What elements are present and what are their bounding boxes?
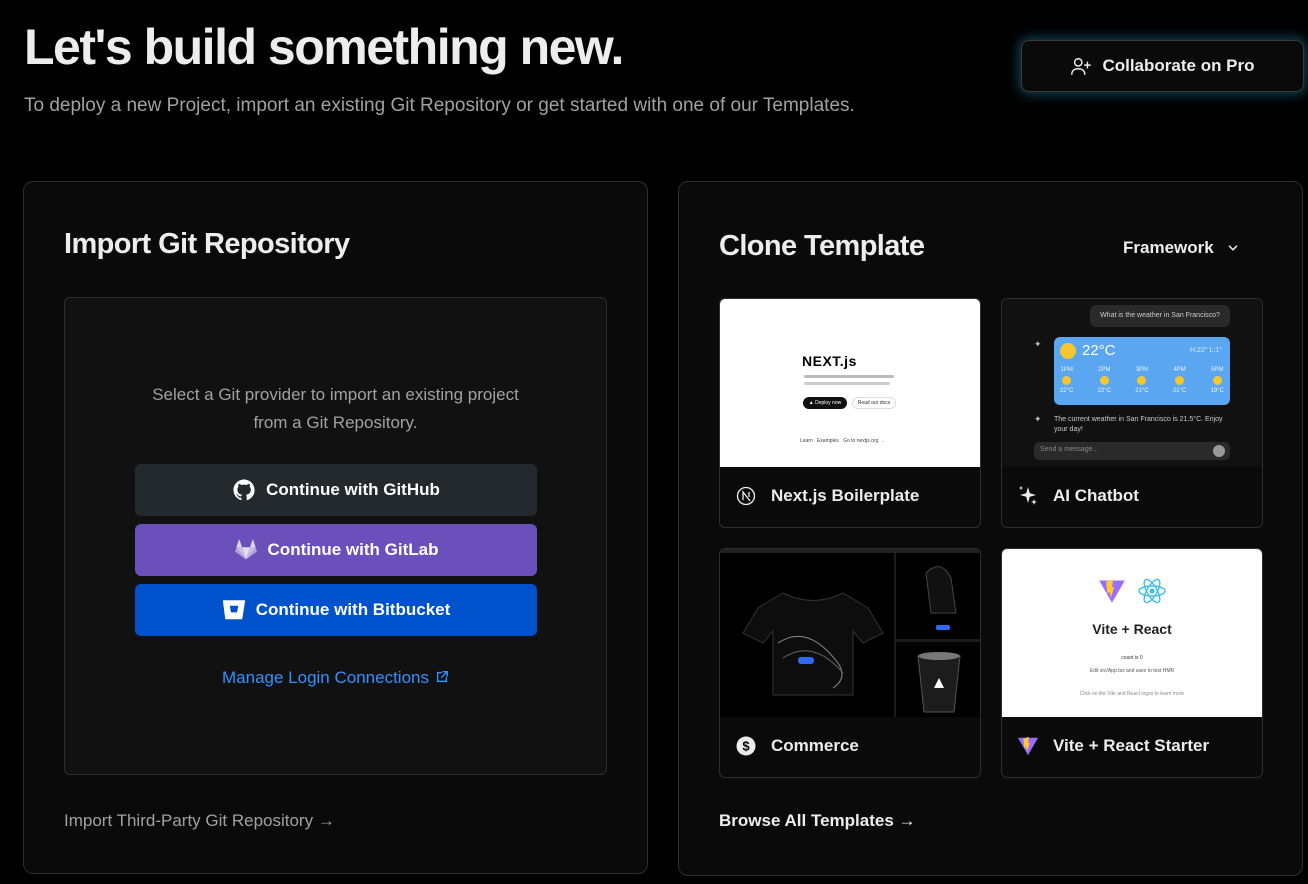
nextjs-preview-footer: Learn Examples Go to nextjs.org → xyxy=(800,438,885,444)
weather-hour-column: 1PM 22°C xyxy=(1060,367,1073,394)
sun-icon xyxy=(1060,343,1076,359)
vite-preview-title: Vite + React xyxy=(1092,621,1172,637)
sun-icon xyxy=(1137,376,1147,385)
dollar-icon: $ xyxy=(735,735,757,757)
vite-icon xyxy=(1017,735,1039,757)
manage-link-label: Manage Login Connections xyxy=(222,668,429,687)
react-logo xyxy=(1138,578,1166,604)
nextjs-preview-deploy: ▲ Deploy now xyxy=(803,397,847,409)
weather-hour-column: 5PM 19°C xyxy=(1211,367,1224,394)
weather-card: 22°C H:22° L:1° 1PM 22°C 2PM 22°C 3PM 21°C 4PM… xyxy=(1054,337,1230,405)
git-provider-box: Select a Git provider to import an exist… xyxy=(64,297,607,775)
sun-icon xyxy=(1212,376,1222,385)
chevron-down-icon xyxy=(1228,245,1237,251)
vite-preview: Vite + React count is 0 Edit src/App.tsx… xyxy=(1002,549,1262,717)
chatbot-preview-question: What is the weather in San Francisco? xyxy=(1090,305,1230,327)
cup-image xyxy=(896,642,980,717)
clone-template-panel: Clone Template Framework NEXT.js ▲ Deplo… xyxy=(678,181,1303,876)
commerce-template-name: Commerce xyxy=(771,736,859,755)
chatbot-preview-placeholder: Send a message... xyxy=(1040,446,1099,453)
description-line-2: from a Git Repository. xyxy=(253,413,418,432)
gitlab-label: Continue with GitLab xyxy=(267,540,439,559)
weather-hour-temp: 22°C xyxy=(1060,388,1074,394)
template-card-ai-chatbot[interactable]: What is the weather in San Francisco? ✦ … xyxy=(1001,298,1263,528)
collaborate-label: Collaborate on Pro xyxy=(1102,56,1255,75)
framework-dropdown[interactable]: Framework xyxy=(1123,238,1240,258)
continue-gitlab-button[interactable]: Continue with GitLab xyxy=(135,524,537,576)
import-description: Select a Git provider to import an exist… xyxy=(65,381,606,437)
weather-hour-label: 4PM xyxy=(1173,367,1186,373)
continue-bitbucket-button[interactable]: Continue with Bitbucket xyxy=(135,584,537,636)
description-line-1: Select a Git provider to import an exist… xyxy=(152,385,519,404)
sparkles-icon xyxy=(1017,485,1039,507)
manage-login-connections-link[interactable]: Manage Login Connections xyxy=(65,668,606,688)
user-plus-icon xyxy=(1071,57,1092,75)
template-card-nextjs[interactable]: NEXT.js ▲ Deploy now Read our docs Learn… xyxy=(719,298,981,528)
commerce-preview xyxy=(720,549,980,717)
page-subtitle: To deploy a new Project, import an exist… xyxy=(24,95,855,116)
tshirt-image xyxy=(742,592,884,696)
weather-hours: 1PM 22°C 2PM 22°C 3PM 21°C 4PM 21°C 5PM 19°C xyxy=(1060,367,1224,394)
weather-hour-column: 2PM 22°C xyxy=(1098,367,1111,394)
nextjs-preview-docs: Read our docs xyxy=(852,397,896,409)
weather-hilo: H:22° L:1° xyxy=(1189,347,1222,354)
template-card-vite-react[interactable]: Vite + React count is 0 Edit src/App.tsx… xyxy=(1001,548,1263,778)
vite-preview-edit-hint: Edit src/App.tsx and save to test HMR xyxy=(1089,668,1175,674)
weather-hour-temp: 21°C xyxy=(1172,388,1187,394)
continue-github-button[interactable]: Continue with GitHub xyxy=(135,464,537,516)
nextjs-preview: NEXT.js ▲ Deploy now Read our docs Learn… xyxy=(720,299,980,467)
vite-preview-counter: count is 0 xyxy=(1121,655,1143,661)
github-label: Continue with GitHub xyxy=(266,480,440,499)
sun-icon xyxy=(1099,376,1109,385)
chatbot-preview: What is the weather in San Francisco? ✦ … xyxy=(1002,299,1262,467)
gitlab-icon xyxy=(234,539,257,560)
hoodie-image xyxy=(896,553,980,639)
nextjs-preview-logo: NEXT.js xyxy=(802,353,857,369)
page-title: Let's build something new. xyxy=(24,19,624,75)
vite-preview-docs-hint: Click on the Vite and React logos to lea… xyxy=(1079,691,1185,697)
weather-hour-label: 1PM xyxy=(1060,367,1073,373)
svg-text:$: $ xyxy=(742,739,750,754)
sun-icon xyxy=(1175,376,1185,385)
chatbot-template-name: AI Chatbot xyxy=(1053,486,1139,505)
nextjs-icon xyxy=(735,485,757,507)
framework-label: Framework xyxy=(1123,238,1214,257)
import-git-panel: Import Git Repository Select a Git provi… xyxy=(23,181,648,874)
import-panel-title: Import Git Repository xyxy=(64,228,350,260)
browse-all-templates-link[interactable]: Browse All Templates → xyxy=(719,811,916,831)
weather-hour-temp: 19°C xyxy=(1210,388,1224,394)
bitbucket-label: Continue with Bitbucket xyxy=(255,600,451,619)
template-card-commerce[interactable]: $ Commerce xyxy=(719,548,981,778)
weather-hour-column: 3PM 21°C xyxy=(1135,367,1148,394)
clone-panel-title: Clone Template xyxy=(719,230,925,262)
weather-hour-label: 5PM xyxy=(1211,367,1224,373)
github-icon xyxy=(233,479,255,501)
external-link-icon xyxy=(436,671,448,683)
bitbucket-icon xyxy=(222,600,245,620)
import-third-party-link[interactable]: Import Third-Party Git Repository → xyxy=(64,811,335,831)
chatbot-preview-answer: The current weather in San Francisco is … xyxy=(1054,416,1223,433)
vite-template-name: Vite + React Starter xyxy=(1053,736,1210,755)
sun-icon xyxy=(1062,376,1072,385)
weather-hour-temp: 22°C xyxy=(1097,388,1112,394)
weather-hour-temp: 21°C xyxy=(1135,388,1149,394)
weather-hour-column: 4PM 21°C xyxy=(1173,367,1186,394)
vite-logo xyxy=(1099,579,1125,603)
chatbot-preview-input: Send a message... xyxy=(1034,442,1230,460)
weather-hour-label: 3PM xyxy=(1135,367,1149,373)
weather-hour-label: 2PM xyxy=(1098,367,1111,373)
nextjs-template-name: Next.js Boilerplate xyxy=(771,486,920,505)
weather-temp: 22°C xyxy=(1082,342,1116,359)
collaborate-button[interactable]: Collaborate on Pro xyxy=(1021,40,1304,92)
